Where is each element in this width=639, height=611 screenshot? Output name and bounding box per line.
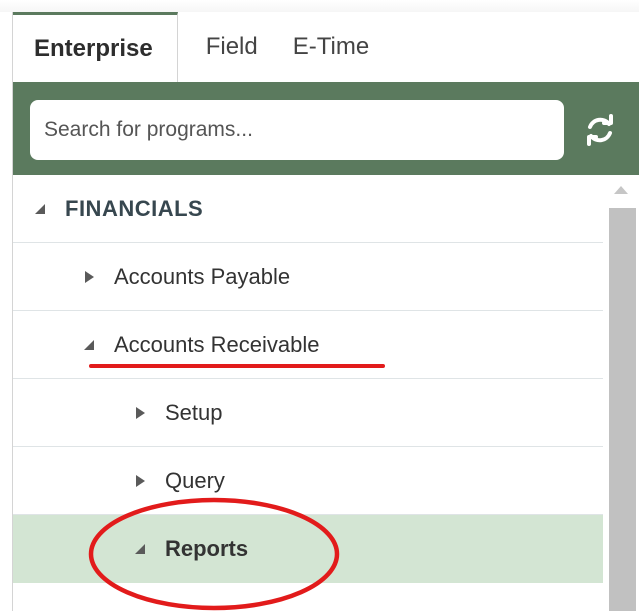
caret-collapsed-icon [136,406,145,419]
caret-collapsed-icon [136,474,145,487]
search-input[interactable] [30,100,564,160]
tree-item-reports[interactable]: Reports [13,515,603,583]
tab-e-time[interactable]: E-Time [258,12,369,82]
tree-item-label: Accounts Receivable [114,331,320,357]
caret-expanded-icon [135,544,145,554]
tree-item-label: Setup [165,399,223,425]
search-bar [13,82,639,175]
tree-item-financials[interactable]: FINANCIALS [13,175,603,243]
caret-collapsed-icon [85,270,94,283]
tab-field[interactable]: Field [178,12,258,82]
refresh-icon[interactable] [580,110,620,150]
program-tree: FINANCIALS Accounts Payable Accounts Rec… [13,175,603,611]
tree-item-label: Query [165,467,225,493]
window-top-edge [0,0,639,12]
annotation-underline [89,364,385,368]
tree-item-query[interactable]: Query [13,447,603,515]
tab-bar: Enterprise Field E-Time [13,12,639,82]
tree-scrollbar[interactable] [605,175,639,611]
tab-enterprise[interactable]: Enterprise [13,12,178,82]
tree-item-accounts-payable[interactable]: Accounts Payable [13,243,603,311]
program-navigator-panel: Enterprise Field E-Time FINANCIALS Accou… [12,12,639,611]
scroll-thumb[interactable] [609,208,636,611]
tree-item-label: Reports [165,536,249,561]
tree-item-accounts-receivable[interactable]: Accounts Receivable [13,311,603,379]
caret-expanded-icon [84,339,94,350]
tree-item-label: Accounts Payable [114,263,291,289]
scroll-up-arrow-icon[interactable] [614,186,628,194]
caret-expanded-icon [35,203,45,214]
tree-item-label: FINANCIALS [65,195,204,221]
tree-item-setup[interactable]: Setup [13,379,603,447]
